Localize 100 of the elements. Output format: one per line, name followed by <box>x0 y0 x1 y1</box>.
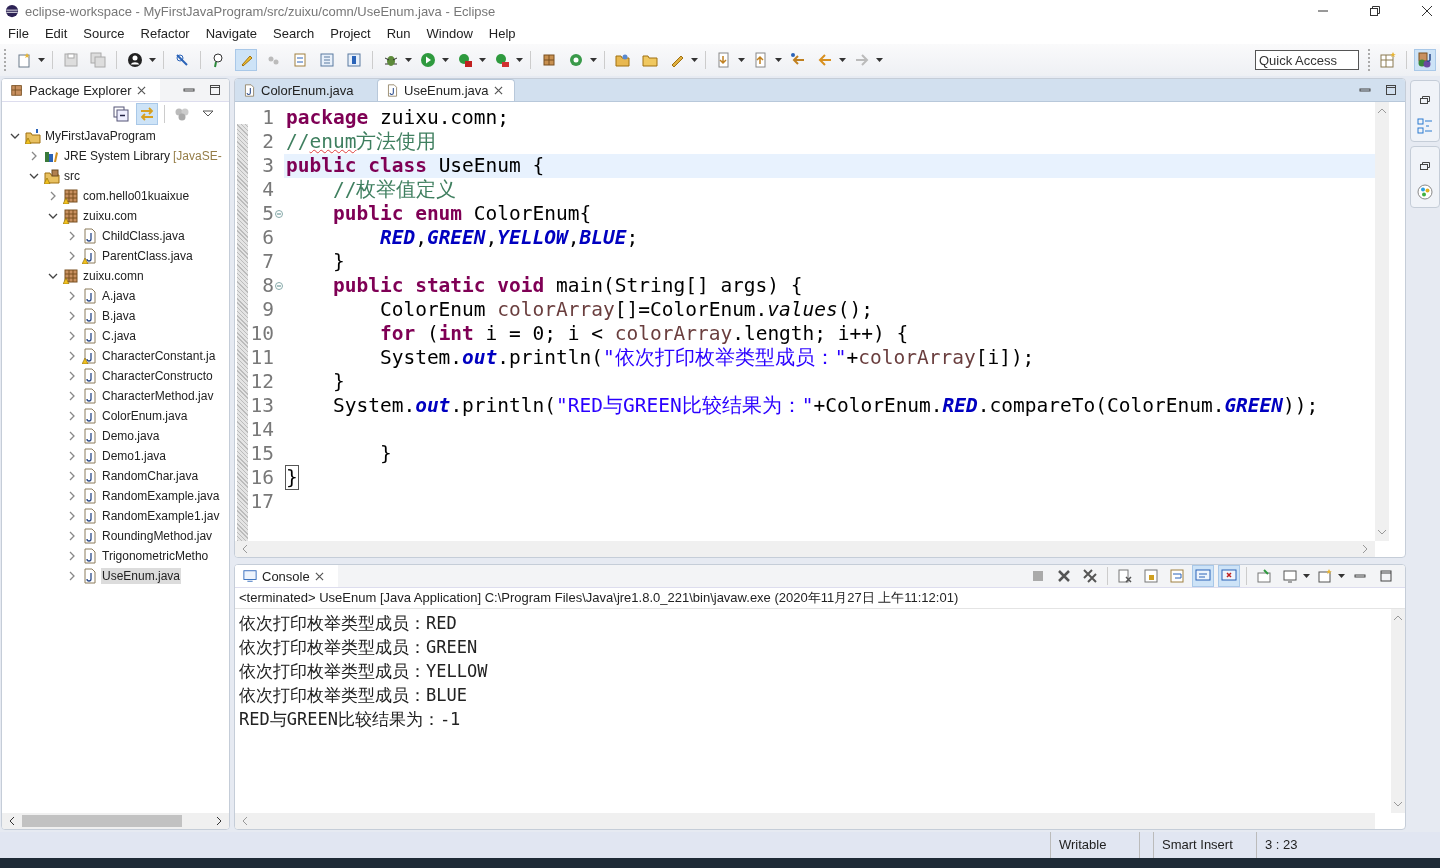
scroll-left-icon[interactable] <box>8 817 16 825</box>
caret-icon[interactable] <box>1338 574 1345 578</box>
caret-icon[interactable] <box>691 58 698 62</box>
console-output-line: 依次打印枚举类型成员：YELLOW <box>239 660 489 683</box>
show-on-output-icon[interactable] <box>1192 565 1214 587</box>
tree-item[interactable]: com.hello01kuaixue <box>82 188 191 204</box>
editor-tab[interactable]: UseEnum.java <box>377 79 515 101</box>
tree-item[interactable]: C.java <box>101 328 137 344</box>
caret-icon[interactable] <box>442 58 449 62</box>
close-icon[interactable] <box>136 85 146 95</box>
caret-icon[interactable] <box>876 58 883 62</box>
vertical-scrollbar[interactable] <box>1391 609 1405 813</box>
editor-tab[interactable]: ColorEnum.java <box>235 79 373 101</box>
code-line: } <box>331 370 346 394</box>
fold-icon[interactable] <box>275 210 283 218</box>
code-line: //枚举值定义 <box>331 178 458 202</box>
console-output-line: 依次打印枚举类型成员：RED <box>239 612 458 635</box>
tree-item[interactable]: ColorEnum.java <box>101 408 189 424</box>
line-number: 2 <box>261 130 274 154</box>
menu-item[interactable]: Search <box>273 25 315 41</box>
tree-item[interactable]: RandomExample1.jav <box>101 508 221 524</box>
line-number: 6 <box>261 226 274 250</box>
caret-icon[interactable] <box>405 58 412 62</box>
tree-item[interactable]: CharacterMethod.jav <box>101 388 215 404</box>
console-icon <box>243 569 257 583</box>
code-line: System.out.println("依次打印枚举类型成员："+colorArray[i]); <box>378 346 1036 370</box>
tree-item[interactable]: MyFirstJavaProgram <box>44 128 157 144</box>
highlighter-icon[interactable] <box>235 49 257 71</box>
tree-item[interactable]: JRE System Library <box>63 148 172 164</box>
scroll-right-icon[interactable] <box>215 817 223 825</box>
tree-item[interactable]: ParentClass.java <box>101 248 194 264</box>
caret-icon[interactable] <box>149 58 156 62</box>
tree-item[interactable]: RandomChar.java <box>101 468 200 484</box>
horizontal-scrollbar[interactable] <box>2 813 229 829</box>
scroll-up-icon[interactable] <box>1394 615 1402 621</box>
maximize-icon[interactable] <box>209 84 221 96</box>
menu-item[interactable]: Source <box>83 25 125 41</box>
menu-item[interactable]: Edit <box>44 25 68 41</box>
line-number: 14 <box>249 418 274 442</box>
palette-icon[interactable] <box>1414 181 1436 203</box>
close-icon[interactable] <box>493 86 503 95</box>
line-number: 8 <box>261 274 274 298</box>
tree-item[interactable]: Demo.java <box>101 428 161 444</box>
caret-icon[interactable] <box>38 58 45 62</box>
tree-item[interactable]: RoundingMethod.jav <box>101 528 214 544</box>
tree-item[interactable]: CharacterConstructo <box>101 368 214 384</box>
tree-item[interactable]: zuixu.com <box>82 208 139 224</box>
caret-icon[interactable] <box>775 58 782 62</box>
line-number: 4 <box>261 178 274 202</box>
code-line: } <box>285 466 299 490</box>
tree-item[interactable]: ChildClass.java <box>101 228 186 244</box>
menu-item[interactable]: Refactor <box>140 25 190 41</box>
tree-item[interactable]: TrigonometricMetho <box>101 548 210 564</box>
caret-icon[interactable] <box>738 58 745 62</box>
restore-icon[interactable] <box>1370 6 1380 16</box>
scroll-down-icon[interactable] <box>1394 801 1402 807</box>
save-all-icon[interactable] <box>87 49 109 71</box>
tree-item[interactable]: A.java <box>101 288 137 304</box>
line-number: 7 <box>261 250 274 274</box>
menu-item[interactable]: Run <box>386 25 411 41</box>
tree-item[interactable]: Demo1.java <box>101 448 168 464</box>
maximize-icon[interactable] <box>1385 84 1397 96</box>
vertical-scrollbar[interactable] <box>1375 102 1389 541</box>
link-with-editor-icon[interactable] <box>136 103 158 125</box>
tree-item[interactable]: zuixu.comn <box>82 268 145 284</box>
caret-icon[interactable] <box>839 58 846 62</box>
caret-icon[interactable] <box>1303 574 1310 578</box>
caret-icon[interactable] <box>479 58 486 62</box>
quick-access-field[interactable]: Quick Access <box>1255 50 1359 70</box>
menu-item[interactable]: Window <box>426 25 473 41</box>
close-icon[interactable] <box>1422 6 1432 16</box>
menu-item[interactable]: Navigate <box>205 25 257 41</box>
tree-item[interactable]: CharacterConstant.ja <box>101 348 217 364</box>
tree-item[interactable]: B.java <box>101 308 137 324</box>
line-number: 1 <box>261 106 274 130</box>
scroll-down-icon[interactable] <box>1378 529 1386 535</box>
line-number: 11 <box>249 346 274 370</box>
collapse-all-icon[interactable] <box>110 103 132 125</box>
show-on-error-icon[interactable] <box>1218 565 1240 587</box>
tree-item[interactable]: src <box>63 168 81 184</box>
caret-icon[interactable] <box>590 58 597 62</box>
scroll-up-icon[interactable] <box>1378 108 1386 114</box>
fold-icon[interactable] <box>275 282 283 290</box>
java-perspective-icon[interactable] <box>1414 49 1436 71</box>
code-line: public enum ColorEnum{ <box>331 202 593 226</box>
view-tab[interactable]: Console <box>235 565 338 587</box>
line-number: 16 <box>249 466 274 490</box>
caret-icon[interactable] <box>516 58 523 62</box>
horizontal-scrollbar[interactable] <box>235 813 1375 829</box>
tree-item[interactable]: RandomExample.java <box>101 488 221 504</box>
view-tab[interactable]: Package Explorer <box>2 79 160 101</box>
line-number: 5 <box>261 202 274 226</box>
tree-item-decoration: [JavaSE- <box>173 149 222 163</box>
close-icon[interactable] <box>314 571 324 581</box>
line-number: 9 <box>261 298 274 322</box>
tree-item[interactable]: UseEnum.java <box>101 568 182 584</box>
code-line: } <box>378 442 393 466</box>
menu-item[interactable]: File <box>8 25 29 41</box>
menu-item[interactable]: Project <box>330 25 371 41</box>
menu-item[interactable]: Help <box>488 25 516 41</box>
